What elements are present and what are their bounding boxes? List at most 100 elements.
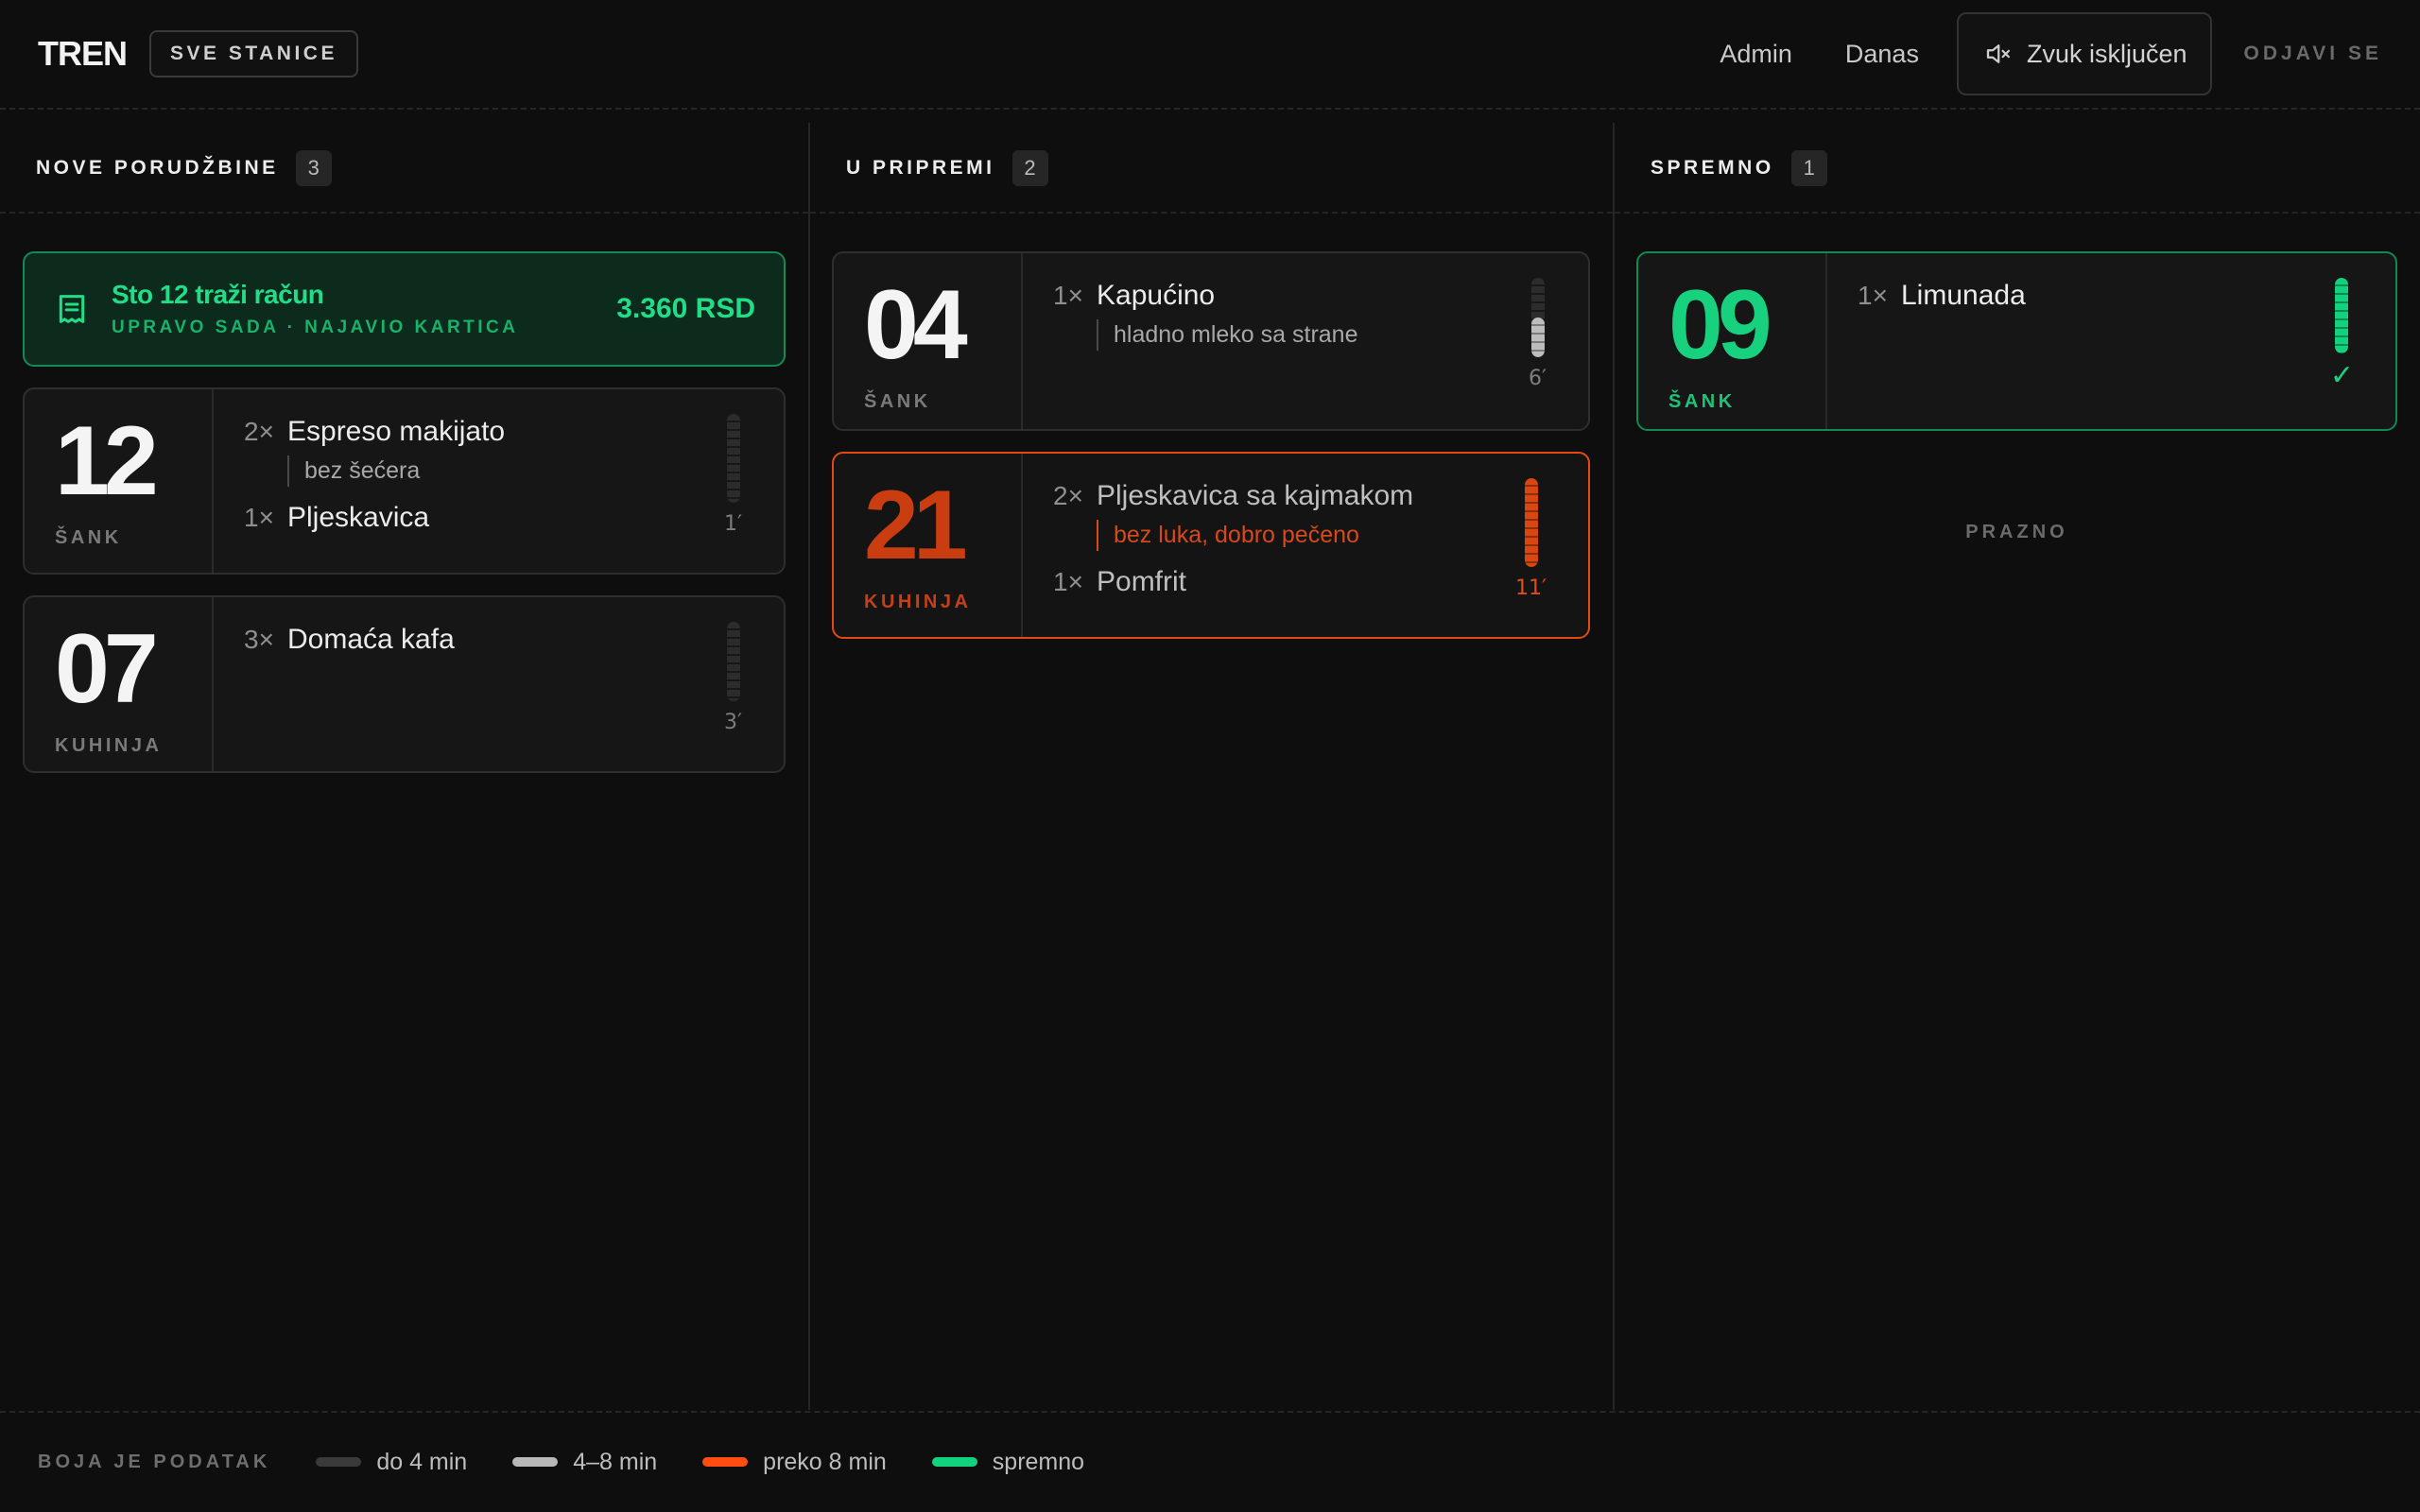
order-items: 1× Limunada: [1827, 253, 2395, 429]
legend-label: spremno: [992, 1448, 1085, 1475]
item-quantity: 2×: [1053, 481, 1083, 510]
order-item: 1× Kapućino: [1053, 280, 1558, 312]
order-card[interactable]: 04 ŠANK 1× Kapućino hladno mleko sa stra…: [832, 251, 1590, 431]
order-items: 3× Domaća kafa: [214, 597, 784, 771]
column-title: SPREMNO: [1651, 157, 1774, 179]
order-number: 21: [864, 471, 968, 580]
column-header: SPREMNO 1: [1615, 123, 2420, 214]
item-name: Pomfrit: [1097, 566, 1187, 597]
legend-swatch: [702, 1457, 749, 1467]
item-quantity: 1×: [1858, 281, 1888, 310]
legend-swatch: [512, 1457, 559, 1467]
legend-item: preko 8 min: [702, 1449, 887, 1476]
order-number-box: 07 KUHINJA: [25, 597, 214, 771]
bill-request-card[interactable]: Sto 12 traži račun UPRAVO SADA · NAJAVIO…: [23, 251, 786, 367]
color-legend: BOJA JE PODATAK do 4 min 4–8 min preko 8…: [0, 1412, 2420, 1512]
legend-label: do 4 min: [376, 1448, 468, 1475]
timer-bar: [726, 622, 740, 701]
column-in-preparation: U PRIPREMI 2 04 ŠANK 1× Kapućino hladno …: [808, 123, 1613, 1410]
receipt-icon: [59, 295, 85, 323]
order-card[interactable]: 09 ŠANK 1× Limunada ✓: [1636, 251, 2397, 431]
item-name: Kapućino: [1097, 280, 1216, 311]
order-number-box: 12 ŠANK: [25, 389, 214, 573]
top-nav: Admin Danas Zvuk isključen ODJAVI SE: [1720, 12, 2382, 95]
timer-fill: [2335, 278, 2349, 353]
order-card[interactable]: 21 KUHINJA 2× Pljeskavica sa kajmakom be…: [832, 452, 1590, 639]
order-station: ŠANK: [1668, 391, 1736, 412]
timer-fill: [1530, 318, 1545, 357]
legend-label: 4–8 min: [573, 1448, 658, 1475]
order-number: 07: [55, 614, 159, 724]
order-number-box: 21 KUHINJA: [834, 454, 1023, 637]
item-name: Espreso makijato: [287, 416, 506, 447]
order-number-box: 09 ŠANK: [1638, 253, 1827, 429]
item-note: bez šećera: [287, 455, 753, 487]
header-divider: [0, 108, 2420, 110]
timer-bar: [2335, 278, 2349, 353]
order-items: 2× Espreso makijato bez šećera 1× Pljesk…: [214, 389, 784, 573]
nav-admin-link[interactable]: Admin: [1720, 40, 1792, 69]
order-item: 2× Pljeskavica sa kajmakom: [1053, 480, 1558, 512]
legend-item: 4–8 min: [512, 1449, 657, 1476]
column-new-orders: NOVE PORUDŽBINE 3 Sto 12 traži račun UPR…: [0, 123, 808, 1410]
order-items: 2× Pljeskavica sa kajmakom bez luka, dob…: [1023, 454, 1588, 637]
sound-toggle-label: Zvuk isključen: [2026, 39, 2187, 68]
bill-request-subtitle: UPRAVO SADA · NAJAVIO KARTICA: [112, 318, 519, 337]
timer-minutes: 6′: [1529, 367, 1547, 390]
brand-logo: TREN: [38, 34, 128, 73]
timer-bar: [1524, 478, 1538, 567]
timer-bar: [1530, 278, 1545, 357]
order-card[interactable]: 07 KUHINJA 3× Domaća kafa 3′: [23, 595, 786, 773]
column-count-badge: 2: [1011, 150, 1048, 186]
sound-toggle-button[interactable]: Zvuk isključen: [1956, 12, 2212, 95]
item-note: bez luka, dobro pečeno: [1097, 520, 1558, 551]
column-title: NOVE PORUDŽBINE: [36, 157, 279, 179]
item-quantity: 1×: [1053, 281, 1083, 310]
order-number: 12: [55, 406, 159, 516]
empty-state-label: PRAZNO: [1965, 522, 2068, 542]
item-quantity: 3×: [244, 625, 274, 654]
order-item: 1× Pljeskavica: [244, 502, 753, 534]
order-timer: 3′: [724, 622, 742, 734]
order-timer: 6′: [1529, 278, 1547, 390]
legend-swatch: [931, 1457, 977, 1467]
order-number: 04: [864, 270, 968, 380]
legend-swatch: [316, 1457, 362, 1467]
order-station: ŠANK: [864, 391, 931, 412]
item-name: Pljeskavica sa kajmakom: [1097, 480, 1414, 511]
top-bar: TREN SVE STANICE Admin Danas Zvuk isklju…: [0, 0, 2420, 108]
timer-minutes: 11′: [1515, 576, 1547, 600]
nav-today-link[interactable]: Danas: [1845, 40, 1919, 69]
order-station: KUHINJA: [864, 592, 972, 612]
order-card[interactable]: 12 ŠANK 2× Espreso makijato bez šećera 1…: [23, 387, 786, 575]
order-timer: 11′: [1515, 478, 1547, 600]
timer-bar: [726, 414, 740, 503]
order-item: 3× Domaća kafa: [244, 624, 753, 656]
legend-item: spremno: [931, 1448, 1085, 1476]
column-count-badge: 3: [295, 150, 332, 186]
order-station: ŠANK: [55, 527, 122, 548]
order-item: 2× Espreso makijato: [244, 416, 753, 448]
column-header: U PRIPREMI 2: [810, 123, 1613, 214]
column-title: U PRIPREMI: [846, 157, 995, 179]
item-quantity: 1×: [1053, 567, 1083, 596]
order-items: 1× Kapućino hladno mleko sa strane: [1023, 253, 1588, 429]
column-count-badge: 1: [1790, 150, 1827, 186]
legend-label: preko 8 min: [763, 1448, 887, 1475]
timer-minutes: 3′: [724, 711, 742, 734]
item-quantity: 1×: [244, 503, 274, 532]
timer-minutes: 1′: [724, 512, 742, 536]
item-name: Domaća kafa: [287, 624, 455, 655]
order-item: 1× Limunada: [1858, 280, 2365, 312]
order-number-box: 04 ŠANK: [834, 253, 1023, 429]
column-header: NOVE PORUDŽBINE 3: [0, 123, 808, 214]
logout-link[interactable]: ODJAVI SE: [2244, 43, 2382, 65]
column-ready: SPREMNO 1 09 ŠANK 1× Limunada ✓ PRAZNO: [1613, 123, 2420, 1410]
all-stations-button[interactable]: SVE STANICE: [149, 30, 358, 77]
order-item: 1× Pomfrit: [1053, 566, 1558, 598]
item-quantity: 2×: [244, 417, 274, 446]
bill-amount: 3.360 RSD: [616, 293, 755, 324]
timer-fill: [1524, 478, 1538, 567]
order-station: KUHINJA: [55, 735, 163, 756]
legend-title: BOJA JE PODATAK: [38, 1451, 271, 1472]
